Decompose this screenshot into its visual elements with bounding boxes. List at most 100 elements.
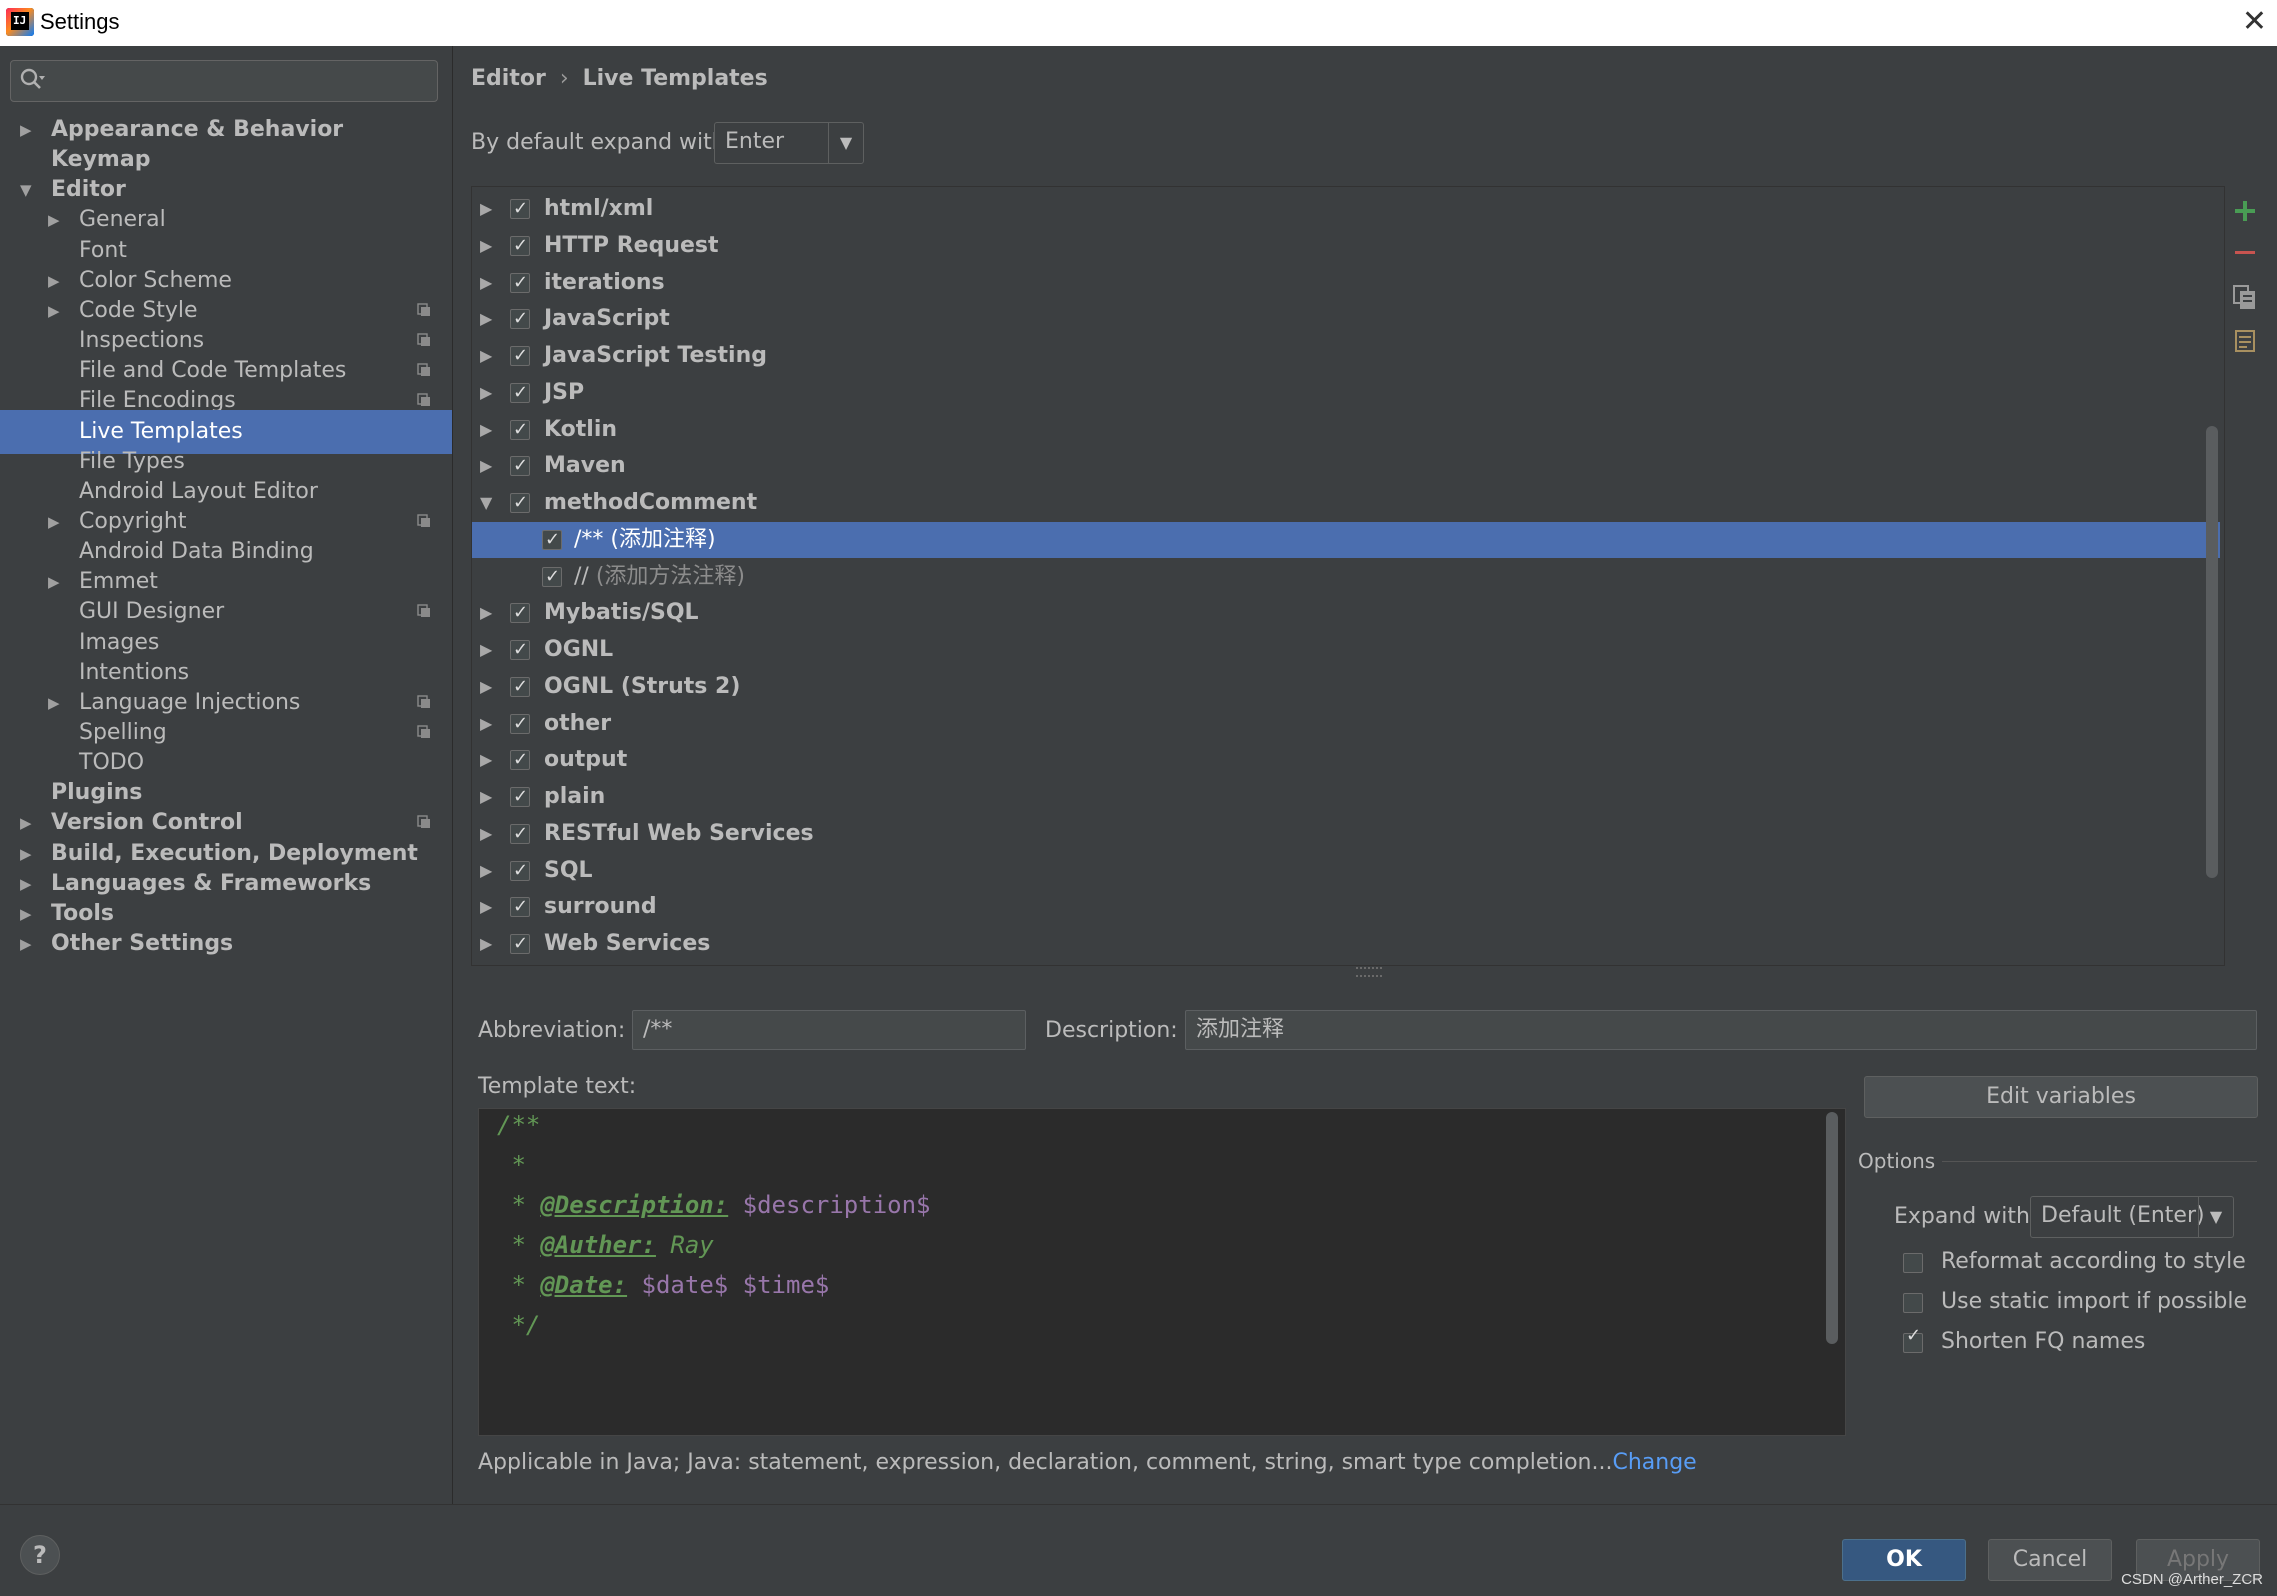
- template-checkbox[interactable]: [510, 228, 530, 264]
- template-group-jsp[interactable]: ▶ JSP: [472, 375, 2220, 411]
- template-label: SQL: [544, 853, 593, 889]
- template-name: Mybatis/SQL: [544, 600, 699, 626]
- collapsed-arrow-icon[interactable]: ▶: [480, 742, 492, 778]
- template-text-editor[interactable]: /** * * @Description: $description$ * @A…: [478, 1108, 1846, 1436]
- collapsed-arrow-icon[interactable]: ▶: [480, 595, 492, 631]
- collapsed-arrow-icon[interactable]: ▶: [480, 301, 492, 337]
- template-line: *: [497, 1151, 525, 1179]
- javadoc-tag: @Auther:: [540, 1231, 656, 1259]
- collapsed-arrow-icon[interactable]: ▶: [20, 922, 32, 966]
- template-checkbox[interactable]: [510, 595, 530, 631]
- collapsed-arrow-icon[interactable]: ▶: [480, 412, 492, 448]
- breadcrumb: Editor › Live Templates: [471, 66, 768, 91]
- template-checkbox[interactable]: [542, 559, 562, 595]
- template-checkbox[interactable]: [510, 632, 530, 668]
- breadcrumb-current: Live Templates: [582, 66, 768, 91]
- template-checkbox[interactable]: [510, 485, 530, 521]
- template-checkbox[interactable]: [510, 779, 530, 815]
- collapsed-arrow-icon[interactable]: ▶: [480, 338, 492, 374]
- help-button[interactable]: ?: [20, 1535, 60, 1575]
- plus-icon[interactable]: [2230, 196, 2260, 226]
- expand-with-label: Expand with: [1894, 1204, 2030, 1229]
- expand-with-select[interactable]: Default (Enter) ▼: [2030, 1196, 2234, 1238]
- search-input[interactable]: [10, 60, 438, 102]
- template-checkbox[interactable]: [510, 706, 530, 742]
- collapsed-arrow-icon[interactable]: ▶: [480, 816, 492, 852]
- template-group-sql[interactable]: ▶ SQL: [472, 853, 2220, 889]
- template-checkbox[interactable]: [510, 853, 530, 889]
- collapsed-arrow-icon[interactable]: ▶: [480, 889, 492, 925]
- ok-button[interactable]: OK: [1842, 1539, 1966, 1581]
- template-group-plain[interactable]: ▶ plain: [472, 779, 2220, 815]
- template-name: JSP: [544, 379, 585, 405]
- collapsed-arrow-icon[interactable]: ▶: [480, 632, 492, 668]
- abbreviation-field[interactable]: /**: [632, 1010, 1026, 1050]
- template-checkbox[interactable]: [510, 375, 530, 411]
- splitter-handle[interactable]: [1356, 967, 1382, 977]
- template-text-label: Template text:: [478, 1074, 637, 1099]
- template-group-maven[interactable]: ▶ Maven: [472, 448, 2220, 484]
- breadcrumb-parent[interactable]: Editor: [471, 66, 546, 91]
- template-group-web-services[interactable]: ▶ Web Services: [472, 926, 2220, 962]
- copy-icon[interactable]: [2230, 282, 2260, 312]
- template-group-mybatis-sql[interactable]: ▶ Mybatis/SQL: [472, 595, 2220, 631]
- comment-text: [627, 1271, 641, 1299]
- template-group-ognl[interactable]: ▶ OGNL: [472, 632, 2220, 668]
- template-description: (添加注释): [610, 526, 716, 552]
- collapsed-arrow-icon[interactable]: ▶: [480, 669, 492, 705]
- collapsed-arrow-icon[interactable]: ▶: [480, 448, 492, 484]
- template-group-html-xml[interactable]: ▶ html/xml: [472, 191, 2220, 227]
- editor-scrollbar[interactable]: [1826, 1112, 1838, 1344]
- collapsed-arrow-icon[interactable]: ▶: [480, 375, 492, 411]
- template-item[interactable]: // (添加方法注释): [472, 559, 2220, 595]
- template-group-javascript[interactable]: ▶ JavaScript: [472, 301, 2220, 337]
- template-group-other[interactable]: ▶ other: [472, 706, 2220, 742]
- restore-defaults-icon[interactable]: [2230, 326, 2260, 356]
- template-group-surround[interactable]: ▶ surround: [472, 889, 2220, 925]
- template-checkbox[interactable]: [510, 816, 530, 852]
- template-checkbox[interactable]: [510, 338, 530, 374]
- template-checkbox[interactable]: [510, 742, 530, 778]
- cancel-button[interactable]: Cancel: [1988, 1539, 2112, 1581]
- template-group-restful-web-services[interactable]: ▶ RESTful Web Services: [472, 816, 2220, 852]
- template-group-ognl-struts-2[interactable]: ▶ OGNL (Struts 2): [472, 669, 2220, 705]
- collapsed-arrow-icon[interactable]: ▶: [480, 779, 492, 815]
- option-checkbox[interactable]: [1903, 1293, 1923, 1313]
- close-icon[interactable]: ✕: [2242, 4, 2267, 39]
- collapsed-arrow-icon[interactable]: ▶: [480, 706, 492, 742]
- template-group-methodcomment[interactable]: ▼ methodComment: [472, 485, 2220, 521]
- minus-icon[interactable]: [2230, 238, 2260, 268]
- collapsed-arrow-icon[interactable]: ▶: [480, 926, 492, 962]
- option-checkbox[interactable]: [1903, 1325, 1923, 1353]
- default-expand-select[interactable]: Enter ▼: [714, 122, 864, 164]
- template-checkbox[interactable]: [510, 191, 530, 227]
- template-label: OGNL (Struts 2): [544, 669, 740, 705]
- collapsed-arrow-icon[interactable]: ▶: [480, 265, 492, 301]
- change-context-link[interactable]: Change: [1612, 1450, 1696, 1475]
- collapsed-arrow-icon[interactable]: ▶: [480, 853, 492, 889]
- template-checkbox[interactable]: [510, 448, 530, 484]
- edit-variables-button[interactable]: Edit variables: [1864, 1076, 2258, 1118]
- template-checkbox[interactable]: [510, 889, 530, 925]
- template-group-iterations[interactable]: ▶ iterations: [472, 265, 2220, 301]
- tree-scrollbar[interactable]: [2206, 426, 2218, 878]
- template-group-javascript-testing[interactable]: ▶ JavaScript Testing: [472, 338, 2220, 374]
- sidebar-item-other-settings[interactable]: ▶ Other Settings: [0, 922, 452, 966]
- description-field[interactable]: 添加注释: [1185, 1010, 2257, 1050]
- template-label: // (添加方法注释): [574, 559, 745, 595]
- expanded-arrow-icon[interactable]: ▼: [480, 485, 492, 521]
- template-group-http-request[interactable]: ▶ HTTP Request: [472, 228, 2220, 264]
- template-item[interactable]: /** (添加注释): [472, 521, 2220, 558]
- template-group-kotlin[interactable]: ▶ Kotlin: [472, 412, 2220, 448]
- template-checkbox[interactable]: [510, 301, 530, 337]
- collapsed-arrow-icon[interactable]: ▶: [480, 191, 492, 227]
- template-label: /** (添加注释): [574, 522, 716, 558]
- template-group-output[interactable]: ▶ output: [472, 742, 2220, 778]
- template-checkbox[interactable]: [510, 669, 530, 705]
- template-checkbox[interactable]: [510, 926, 530, 962]
- template-checkbox[interactable]: [510, 412, 530, 448]
- collapsed-arrow-icon[interactable]: ▶: [480, 228, 492, 264]
- template-checkbox[interactable]: [542, 522, 562, 558]
- option-checkbox[interactable]: [1903, 1253, 1923, 1273]
- template-checkbox[interactable]: [510, 265, 530, 301]
